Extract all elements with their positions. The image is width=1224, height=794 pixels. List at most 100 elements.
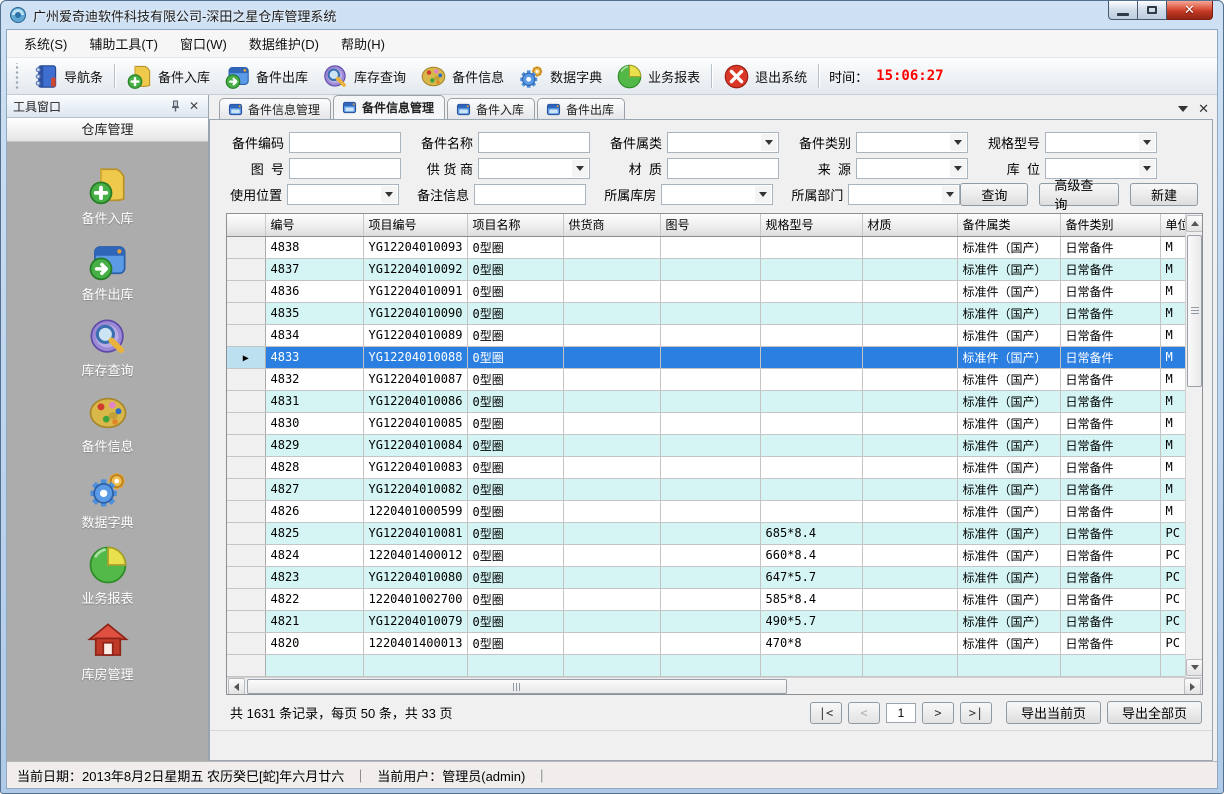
next-page-button[interactable]: > [922,702,954,724]
sidebar-item-6[interactable]: 库房管理 [7,620,208,683]
table-row[interactable]: 4834YG122040100890型圈标准件（国产）日常备件M [227,324,1185,346]
sidebar-item-1[interactable]: 备件出库 [7,240,208,303]
dropdown-arrow-icon[interactable] [1139,134,1155,151]
new-button[interactable]: 新建 [1130,183,1198,206]
scroll-up-button[interactable] [1186,215,1203,232]
dropdown-arrow-icon[interactable] [942,186,958,203]
form-input[interactable] [289,132,401,153]
scroll-right-button[interactable] [1184,678,1201,695]
column-header-9[interactable]: 单位 [1160,214,1185,236]
menu-item-3[interactable]: 数据维护(D) [238,30,330,57]
dropdown-arrow-icon[interactable] [381,186,397,203]
row-selector[interactable]: ▶ [227,346,265,368]
sidebar-item-2[interactable]: 库存查询 [7,316,208,379]
maximize-button[interactable] [1138,1,1167,20]
row-selector[interactable] [227,478,265,500]
form-select[interactable] [1045,132,1157,153]
row-selector[interactable] [227,280,265,302]
vertical-scroll-thumb[interactable] [1187,235,1202,387]
form-select[interactable] [667,132,779,153]
menu-item-1[interactable]: 辅助工具(T) [78,30,169,57]
dropdown-arrow-icon[interactable] [1139,160,1155,177]
table-row[interactable]: ▶4833YG122040100880型圈标准件（国产）日常备件M [227,346,1185,368]
table-row[interactable]: 482012204014000130型圈470*8标准件（国产）日常备件PC [227,632,1185,654]
row-selector[interactable] [227,302,265,324]
row-selector[interactable] [227,632,265,654]
form-select[interactable] [848,184,960,205]
column-header-3[interactable]: 供货商 [563,214,660,236]
toolbar-button-6[interactable]: 业务报表 [609,60,707,93]
column-header-5[interactable]: 规格型号 [760,214,862,236]
form-select[interactable] [856,158,968,179]
form-input[interactable] [667,158,779,179]
row-selector[interactable] [227,522,265,544]
table-row[interactable]: 4836YG122040100910型圈标准件（国产）日常备件M [227,280,1185,302]
table-row[interactable]: 4832YG122040100870型圈标准件（国产）日常备件M [227,368,1185,390]
row-selector[interactable] [227,456,265,478]
table-row[interactable]: 482212204010027000型圈585*8.4标准件（国产）日常备件PC [227,588,1185,610]
sidebar-item-0[interactable]: 备件入库 [7,164,208,227]
dropdown-arrow-icon[interactable] [755,186,771,203]
dropdown-arrow-icon[interactable] [761,134,777,151]
table-row[interactable]: 4829YG122040100840型圈标准件（国产）日常备件M [227,434,1185,456]
form-select[interactable] [856,132,968,153]
last-page-button[interactable]: >| [960,702,992,724]
page-number-input[interactable] [886,703,916,723]
tab-close-icon[interactable]: ✕ [1198,102,1209,115]
first-page-button[interactable]: |< [810,702,842,724]
form-select[interactable] [1045,158,1157,179]
row-selector[interactable] [227,390,265,412]
tab-1[interactable]: 备件信息管理 [333,95,445,119]
column-header-0[interactable]: 编号 [265,214,363,236]
sidebar-item-4[interactable]: 数据字典 [7,468,208,531]
form-input[interactable] [289,158,401,179]
pin-icon[interactable] [170,100,186,112]
row-selector[interactable] [227,544,265,566]
vertical-scrollbar[interactable] [1185,214,1202,677]
dropdown-arrow-icon[interactable] [572,160,588,177]
close-button[interactable]: ✕ [1167,1,1213,20]
horizontal-scroll-thumb[interactable] [247,679,787,694]
toolbar-button-4[interactable]: 备件信息 [413,60,511,93]
row-selector[interactable] [227,500,265,522]
column-header-1[interactable]: 项目编号 [363,214,467,236]
prev-page-button[interactable]: < [848,702,880,724]
column-header-7[interactable]: 备件属类 [957,214,1060,236]
form-select[interactable] [478,158,590,179]
scroll-down-button[interactable] [1186,659,1203,676]
row-selector[interactable] [227,588,265,610]
row-selector[interactable] [227,434,265,456]
minimize-button[interactable] [1108,1,1138,20]
table-row[interactable]: 4830YG122040100850型圈标准件（国产）日常备件M [227,412,1185,434]
column-header-2[interactable]: 项目名称 [467,214,563,236]
table-row[interactable]: 4838YG122040100930型圈标准件（国产）日常备件M [227,236,1185,258]
form-input[interactable] [478,132,590,153]
toolbar-button-1[interactable]: 备件入库 [119,60,217,93]
row-selector[interactable] [227,412,265,434]
table-row[interactable]: 4827YG122040100820型圈标准件（国产）日常备件M [227,478,1185,500]
table-row[interactable]: 4828YG122040100830型圈标准件（国产）日常备件M [227,456,1185,478]
table-row[interactable]: 4821YG122040100790型圈490*5.7标准件（国产）日常备件PC [227,610,1185,632]
query-button[interactable]: 查询 [960,183,1028,206]
scroll-left-button[interactable] [228,678,245,695]
table-row[interactable]: 482412204014000120型圈660*8.4标准件（国产）日常备件PC [227,544,1185,566]
export-current-page-button[interactable]: 导出当前页 [1006,701,1101,724]
row-selector[interactable] [227,368,265,390]
table-row[interactable]: 4825YG122040100810型圈685*8.4标准件（国产）日常备件PC [227,522,1185,544]
table-row[interactable]: 4835YG122040100900型圈标准件（国产）日常备件M [227,302,1185,324]
tab-0[interactable]: 备件信息管理 [219,98,331,119]
table-row[interactable]: 4837YG122040100920型圈标准件（国产）日常备件M [227,258,1185,280]
toolbar-grip[interactable] [14,63,22,89]
row-selector[interactable] [227,258,265,280]
column-header-6[interactable]: 材质 [862,214,957,236]
table-row[interactable]: 4823YG122040100800型圈647*5.7标准件（国产）日常备件PC [227,566,1185,588]
toolbar-button-5[interactable]: 数据字典 [511,60,609,93]
menu-item-4[interactable]: 帮助(H) [330,30,396,57]
export-all-pages-button[interactable]: 导出全部页 [1107,701,1202,724]
form-select[interactable] [661,184,773,205]
form-input[interactable] [474,184,586,205]
menu-item-2[interactable]: 窗口(W) [169,30,238,57]
chevron-down-icon[interactable] [1178,106,1188,112]
advanced-query-button[interactable]: 高级查询 [1039,183,1119,206]
column-header-8[interactable]: 备件类别 [1060,214,1160,236]
